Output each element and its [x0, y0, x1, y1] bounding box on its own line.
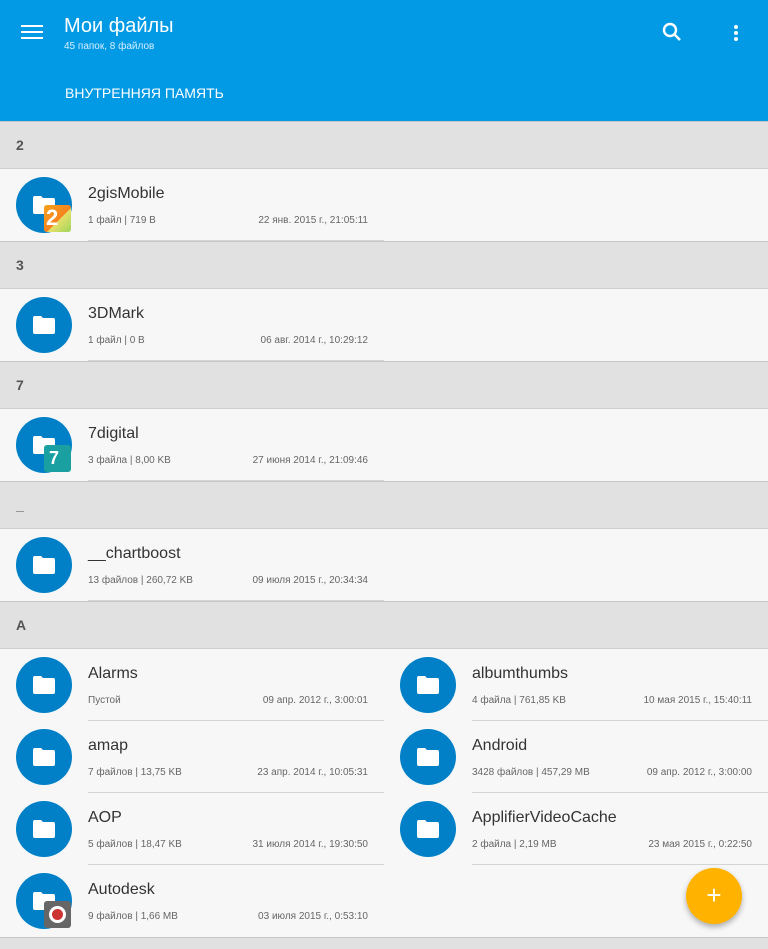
folder-meta: 2 файла | 2,19 MB [472, 839, 557, 850]
app-2gis-icon: 2 [44, 205, 71, 232]
folder-meta: 1 файл | 0 B [88, 335, 145, 346]
folder-icon [400, 801, 456, 857]
folder-date: 27 июня 2014 г., 21:09:46 [252, 455, 368, 466]
folder-date: 09 июля 2015 г., 20:34:34 [252, 575, 368, 586]
folder-name: albumthumbs [472, 665, 569, 682]
section-header-partial [0, 937, 768, 949]
folder-icon: 2 [16, 177, 72, 233]
page-title: Мои файлы [64, 15, 174, 37]
folder-icon [16, 537, 72, 593]
folder-item-7digital[interactable]: 7 7digital 3 файла | 8,00 KB 27 июня 201… [0, 409, 384, 481]
folder-name: amap [88, 737, 129, 754]
folder-meta: 3428 файлов | 457,29 MB [472, 767, 590, 778]
folder-item-chartboost[interactable]: __chartboost 13 файлов | 260,72 KB 09 ию… [0, 529, 384, 601]
divider [472, 864, 768, 865]
search-icon[interactable] [656, 16, 688, 48]
folder-item-autodesk[interactable]: Autodesk 9 файлов | 1,66 MB 03 июля 2015… [0, 865, 384, 937]
folder-date: 31 июля 2014 г., 19:30:50 [252, 839, 368, 850]
folder-item-alarms[interactable]: Alarms Пустой 09 апр. 2012 г., 3:00:01 [0, 649, 384, 721]
folder-date: 03 июля 2015 г., 0:53:10 [258, 911, 368, 922]
folder-icon [400, 657, 456, 713]
folder-name: Alarms [88, 665, 138, 682]
folder-icon [16, 657, 72, 713]
folder-item-applifiervideocache[interactable]: ApplifierVideoCache 2 файла | 2,19 MB 23… [384, 793, 768, 865]
folder-meta: 4 файла | 761,85 KB [472, 695, 566, 706]
folder-icon: 7 [16, 417, 72, 473]
folder-item-amap[interactable]: amap 7 файлов | 13,75 KB 23 апр. 2014 г.… [0, 721, 384, 793]
more-vert-icon[interactable] [724, 16, 748, 48]
menu-icon[interactable] [14, 16, 50, 48]
folder-date: 09 апр. 2012 г., 3:00:00 [646, 767, 752, 778]
folder-name: 3DMark [88, 305, 145, 322]
folder-item-aop[interactable]: AOP 5 файлов | 18,47 KB 31 июля 2014 г.,… [0, 793, 384, 865]
section-header: 3 [0, 241, 768, 289]
section-letter: 3 [16, 257, 24, 273]
plus-icon: + [706, 880, 722, 910]
folder-item-albumthumbs[interactable]: albumthumbs 4 файла | 761,85 KB 10 мая 2… [384, 649, 768, 721]
folder-meta: 13 файлов | 260,72 KB [88, 575, 193, 586]
app-bar: Мои файлы 45 папок, 8 файлов ВНУТРЕННЯЯ … [0, 0, 768, 122]
section-header: 7 [0, 361, 768, 409]
tab-internal-storage[interactable]: ВНУТРЕННЯЯ ПАМЯТЬ [65, 85, 224, 101]
folder-icon [16, 729, 72, 785]
folder-meta: 9 файлов | 1,66 MB [88, 911, 178, 922]
section-letter: 7 [16, 377, 24, 393]
folder-name: Autodesk [88, 881, 155, 898]
app-autodesk-icon [44, 901, 71, 928]
folder-date: 10 мая 2015 г., 15:40:11 [643, 695, 752, 706]
section-letter: _ [16, 497, 24, 513]
folder-meta: 3 файла | 8,00 KB [88, 455, 171, 466]
folder-meta: 7 файлов | 13,75 KB [88, 767, 182, 778]
app-7digital-icon: 7 [44, 445, 71, 472]
folder-name: __chartboost [88, 545, 181, 562]
folder-date: 23 мая 2015 г., 0:22:50 [648, 839, 752, 850]
folder-meta: 1 файл | 719 B [88, 215, 156, 226]
folder-name: AOP [88, 809, 122, 826]
folder-name: Android [472, 737, 528, 754]
folder-date: 09 апр. 2012 г., 3:00:01 [262, 695, 368, 706]
folder-date: 06 авг. 2014 г., 10:29:12 [260, 335, 368, 346]
section-header: _ [0, 481, 768, 529]
folder-item-2gismobile[interactable]: 2 2gisMobile 1 файл | 719 B 22 янв. 2015… [0, 169, 384, 241]
section-header: A [0, 601, 768, 649]
folder-item-3dmark[interactable]: 3DMark 1 файл | 0 B 06 авг. 2014 г., 10:… [0, 289, 384, 361]
section-letter: A [16, 617, 27, 633]
section-header: 2 [0, 121, 768, 169]
folder-meta: 5 файлов | 18,47 KB [88, 839, 182, 850]
folder-item-android[interactable]: Android 3428 файлов | 457,29 MB 09 апр. … [384, 721, 768, 793]
folder-date: 22 янв. 2015 г., 21:05:11 [258, 215, 368, 226]
folder-icon [16, 873, 72, 929]
folder-meta: Пустой [88, 695, 121, 706]
folder-name: ApplifierVideoCache [472, 809, 617, 826]
section-letter: 2 [16, 137, 24, 153]
folder-date: 23 апр. 2014 г., 10:05:31 [257, 767, 368, 778]
folder-icon [16, 801, 72, 857]
folder-name: 2gisMobile [88, 185, 165, 202]
folder-name: 7digital [88, 425, 139, 442]
folder-icon [400, 729, 456, 785]
page-subtitle: 45 папок, 8 файлов [64, 41, 155, 52]
add-button[interactable]: + [686, 868, 742, 924]
folder-icon [16, 297, 72, 353]
